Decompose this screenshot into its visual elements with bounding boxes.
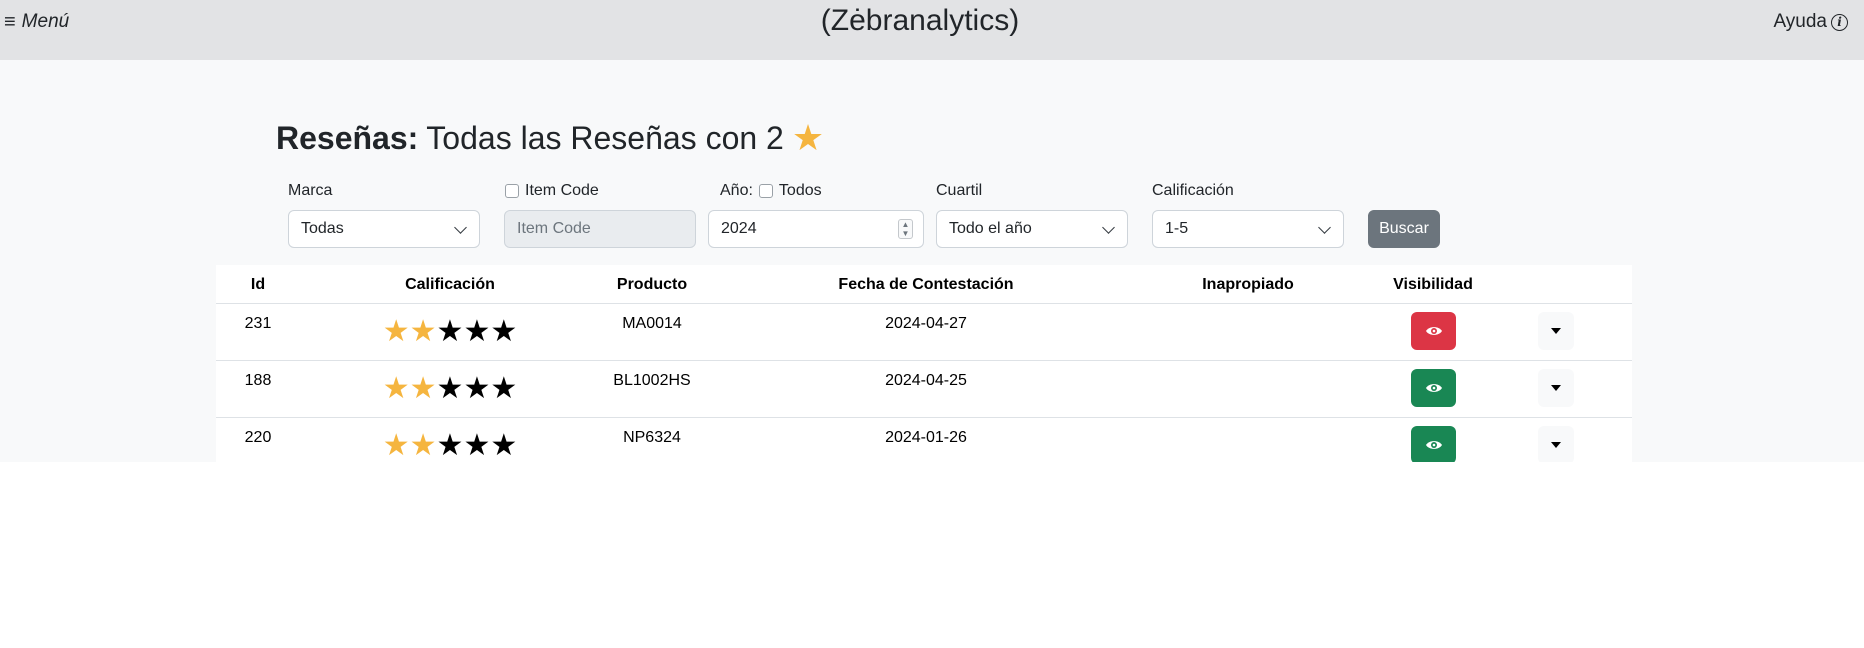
page-title-bold: Reseñas:: [276, 119, 419, 156]
table-row: 231 ★ ★ ★ ★ ★ MA0014 2024-04-27: [216, 303, 1632, 359]
quartile-select[interactable]: Todo el año: [936, 210, 1128, 248]
help-label: Ayuda: [1773, 11, 1827, 32]
star-empty-icon: ★: [490, 315, 518, 348]
star-empty-icon: ★: [436, 315, 464, 348]
star-empty-icon: ★: [436, 372, 464, 405]
chevron-down-icon: [454, 221, 467, 234]
top-navbar: ≡ Menú (Zėbranalytics) Ayuda i: [0, 0, 1864, 60]
row-dropdown-button[interactable]: [1538, 312, 1574, 350]
table-row: 220 ★ ★ ★ ★ ★ NP6324 2024-01-26: [216, 417, 1632, 462]
main-content: Reseñas: Todas las Reseñas con 2 ★ Marca…: [0, 60, 1864, 462]
caret-down-icon: [1551, 442, 1561, 448]
column-header-rating: Calificación: [405, 276, 495, 293]
star-filled-icon: ★: [382, 372, 410, 405]
chevron-down-icon: [1318, 221, 1331, 234]
row-dropdown-button[interactable]: [1538, 369, 1574, 407]
eye-icon: [1425, 327, 1442, 335]
review-id: 220: [244, 429, 272, 446]
item-code-label: Item Code: [505, 182, 599, 200]
caret-down-icon: [1551, 385, 1561, 391]
rating-select[interactable]: 1-5: [1152, 210, 1344, 248]
search-button[interactable]: Buscar: [1368, 210, 1440, 248]
product-code: MA0014: [622, 315, 682, 332]
answer-date: 2024-04-27: [885, 315, 967, 332]
column-header-visibility: Visibilidad: [1393, 276, 1473, 293]
help-button[interactable]: Ayuda i: [1773, 10, 1848, 34]
review-id: 188: [244, 372, 272, 389]
rating-stars: ★ ★ ★ ★ ★: [380, 431, 520, 461]
eye-icon: [1425, 441, 1442, 449]
star-filled-icon: ★: [409, 429, 437, 462]
product-code: NP6324: [623, 429, 681, 446]
brand-select[interactable]: Todas: [288, 210, 480, 248]
answer-date: 2024-04-25: [885, 372, 967, 389]
visibility-toggle-button[interactable]: [1411, 369, 1456, 407]
column-header-product: Producto: [616, 276, 688, 293]
star-filled-icon: ★: [409, 372, 437, 405]
app-title: (Zėbranalytics): [820, 4, 1020, 37]
table-row: 188 ★ ★ ★ ★ ★ BL1002HS 2024-04-25: [216, 360, 1632, 416]
star-filled-icon: ★: [382, 429, 410, 462]
eye-icon: [1425, 384, 1442, 392]
year-input[interactable]: 2024 ▲ ▼: [708, 210, 924, 248]
quartile-label: Cuartil: [936, 182, 983, 199]
star-empty-icon: ★: [436, 429, 464, 462]
star-empty-icon: ★: [463, 429, 491, 462]
brand-label: Marca: [288, 182, 333, 199]
info-icon: i: [1831, 13, 1848, 31]
page-title-text: Todas las Reseñas con 2: [426, 119, 784, 156]
column-header-id: Id: [250, 276, 266, 293]
rating-label: Calificación: [1152, 182, 1234, 199]
product-code: BL1002HS: [613, 372, 691, 389]
caret-down-icon: [1551, 328, 1561, 334]
star-icon: ★: [791, 117, 825, 158]
star-empty-icon: ★: [490, 429, 518, 462]
column-header-inappropriate: Inapropiado: [1202, 276, 1294, 293]
row-dropdown-button[interactable]: [1538, 426, 1574, 462]
star-empty-icon: ★: [463, 372, 491, 405]
rating-stars: ★ ★ ★ ★ ★: [380, 374, 520, 404]
star-filled-icon: ★: [382, 315, 410, 348]
review-id: 231: [244, 315, 272, 332]
year-label: Año: Todos: [720, 182, 822, 199]
column-header-date: Fecha de Contestación: [838, 276, 1014, 293]
item-code-input[interactable]: Item Code: [504, 210, 696, 248]
star-empty-icon: ★: [463, 315, 491, 348]
reviews-table: Id Calificación Producto Fecha de Contes…: [216, 265, 1632, 462]
visibility-toggle-button[interactable]: [1411, 312, 1456, 350]
chevron-down-icon: [1102, 221, 1115, 234]
star-empty-icon: ★: [490, 372, 518, 405]
answer-date: 2024-01-26: [885, 429, 967, 446]
rating-stars: ★ ★ ★ ★ ★: [380, 317, 520, 347]
page-title: Reseñas: Todas las Reseñas con 2 ★: [276, 115, 824, 161]
spinner-icon[interactable]: ▲ ▼: [898, 219, 913, 239]
star-filled-icon: ★: [409, 315, 437, 348]
visibility-toggle-button[interactable]: [1411, 426, 1456, 462]
year-all-checkbox[interactable]: [758, 184, 773, 198]
item-code-checkbox[interactable]: [505, 184, 519, 198]
